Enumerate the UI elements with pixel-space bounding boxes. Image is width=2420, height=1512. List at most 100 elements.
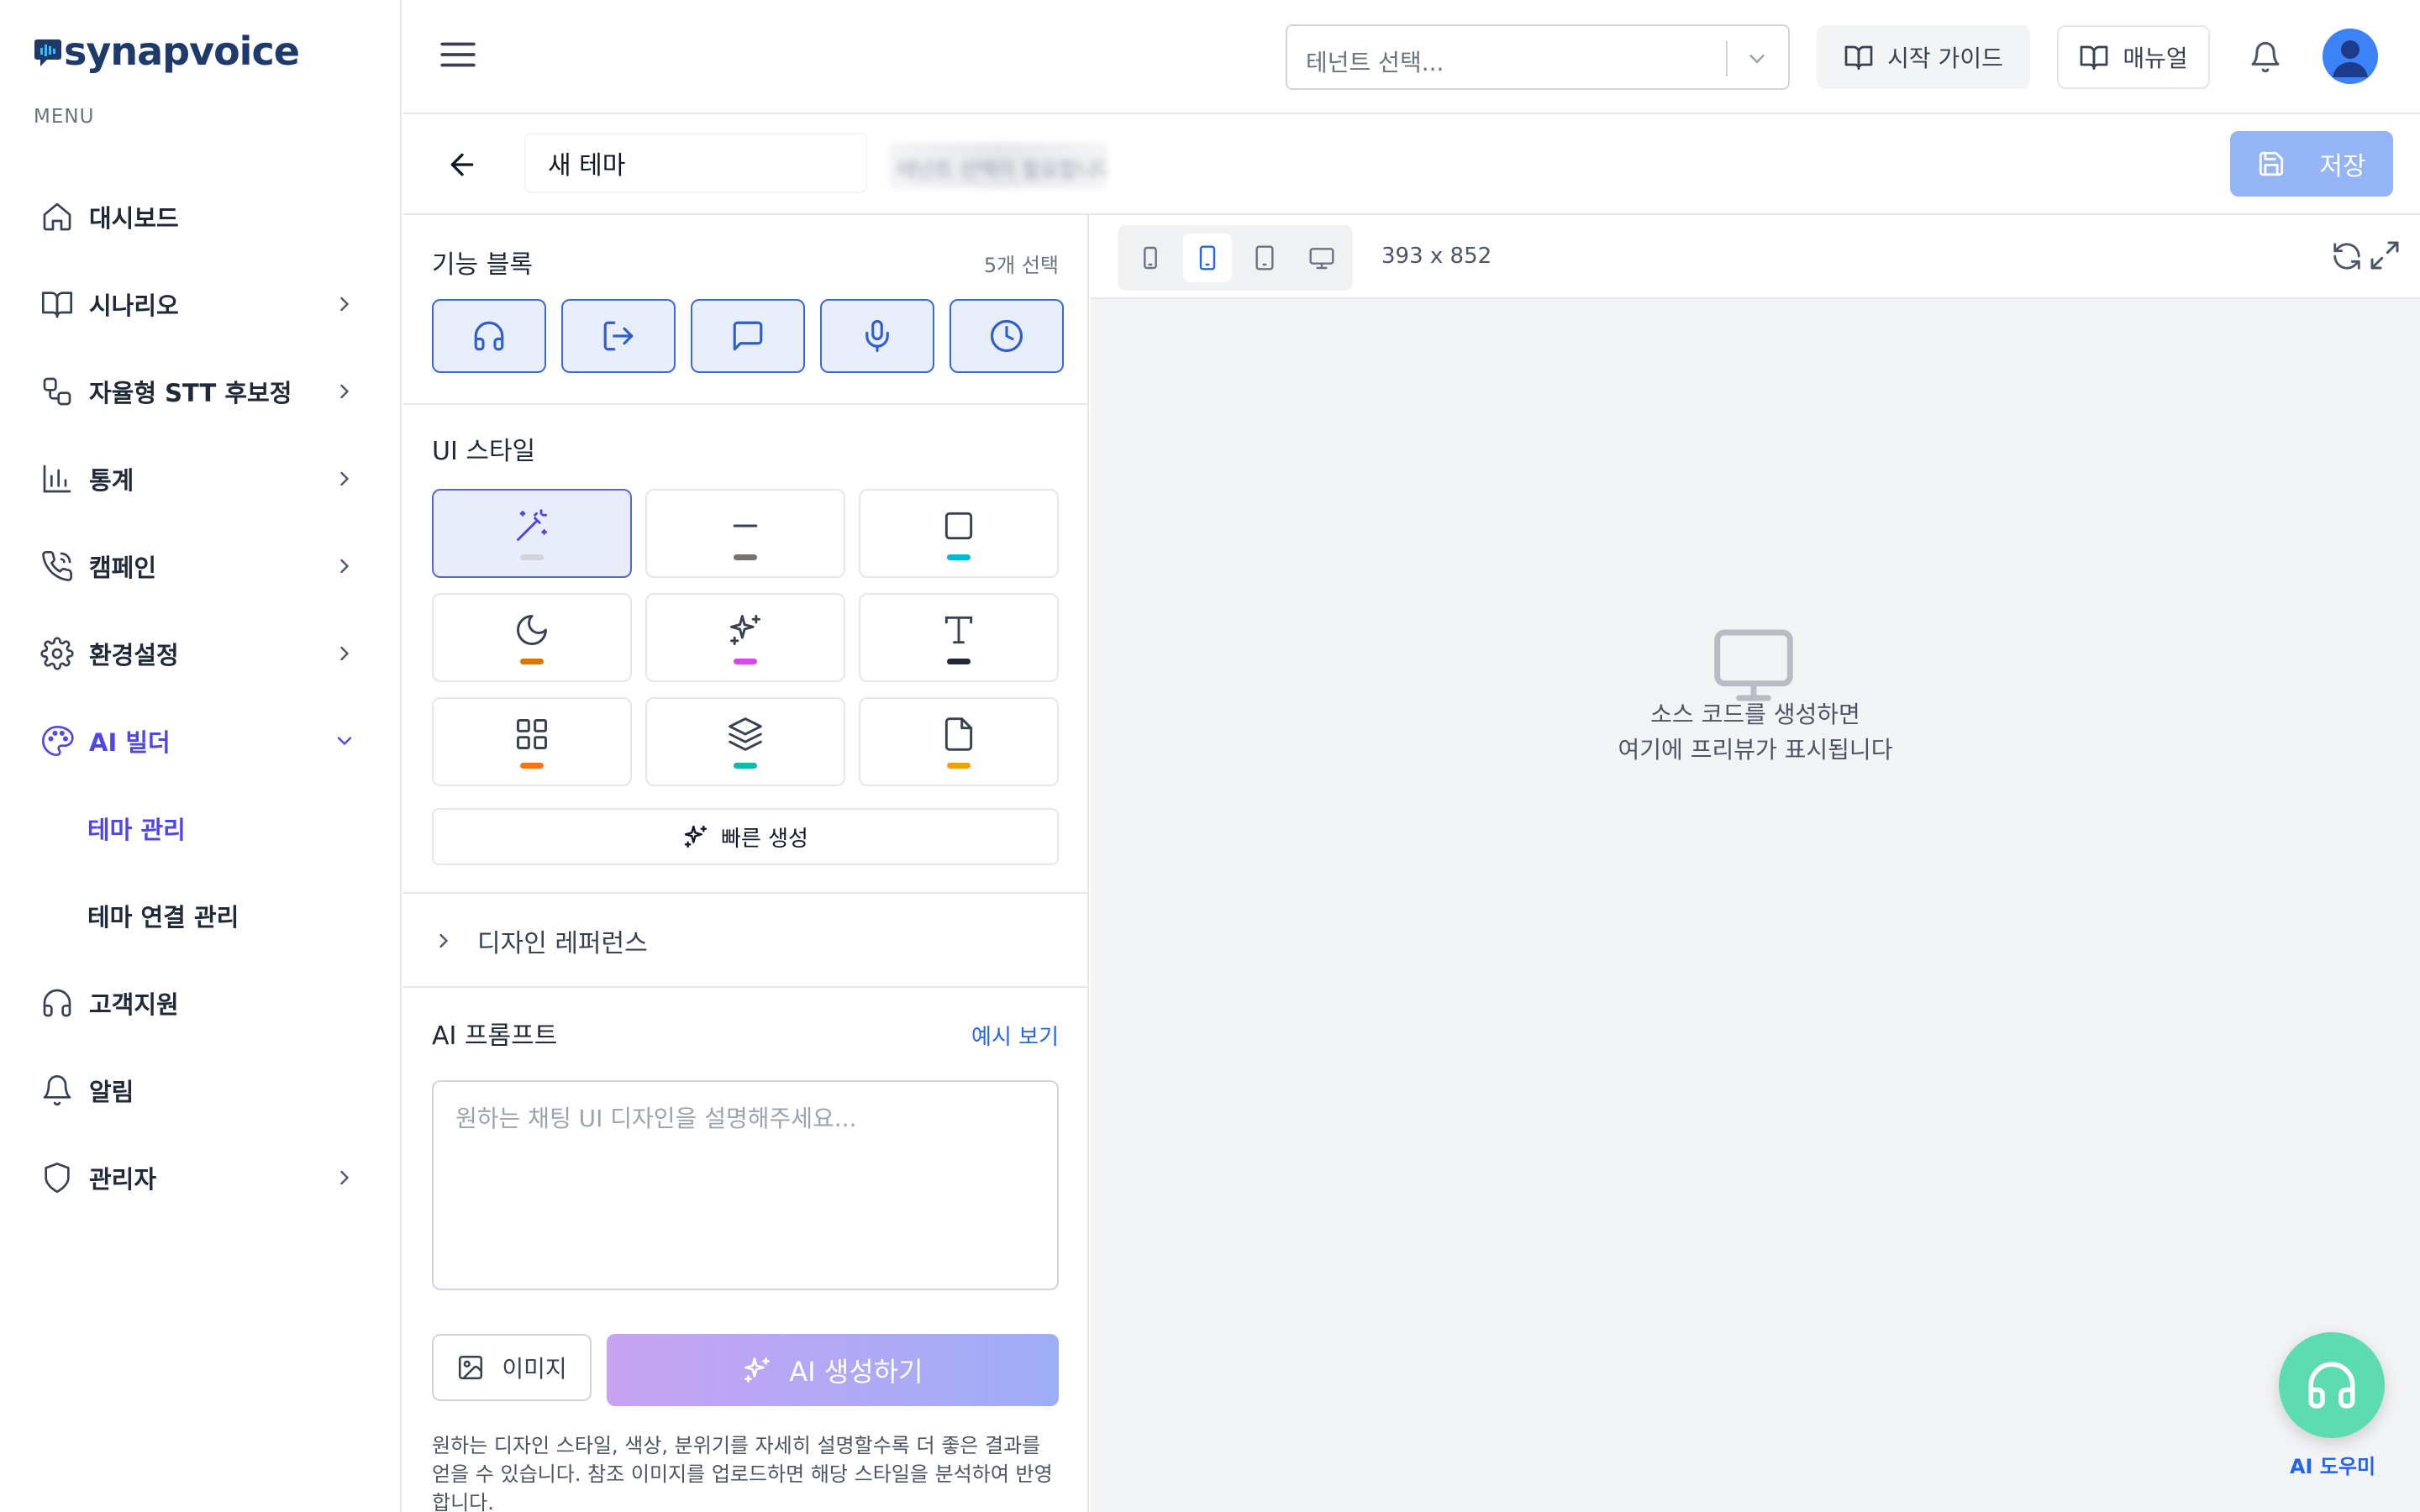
style-option-grid[interactable] <box>432 697 632 786</box>
monitor-icon <box>1714 629 1793 701</box>
expand-icon[interactable] <box>2368 239 2402 272</box>
user-avatar[interactable] <box>2323 29 2378 84</box>
sidebar-item-campaign[interactable]: 캠페인 <box>0 522 400 610</box>
manual-button[interactable]: 매뉴얼 <box>2057 25 2210 89</box>
ai-assistant-button[interactable] <box>2279 1332 2385 1438</box>
type-icon <box>944 616 973 643</box>
prompt-help-text: 원하는 디자인 스타일, 색상, 분위기를 자세히 설명할수록 더 좋은 결과를… <box>432 1434 1053 1512</box>
sparkles-icon <box>730 614 760 645</box>
feature-blocks-count: 5개 선택 <box>983 254 1059 277</box>
quick-generate-button[interactable]: 빠른 생성 <box>432 808 1059 865</box>
feature-blocks-title: 기능 블록 <box>432 250 533 280</box>
style-swatch <box>520 554 544 560</box>
sidebar-item-admin[interactable]: 관리자 <box>0 1134 400 1221</box>
sidebar-item-statistics[interactable]: 통계 <box>0 435 400 522</box>
feature-block-mic[interactable] <box>820 299 934 373</box>
style-option-document[interactable] <box>859 697 1059 786</box>
headset-icon <box>43 989 71 1017</box>
preview-toolbar: 393 x 852 <box>1091 215 2420 299</box>
hamburger-menu-icon[interactable] <box>437 34 479 76</box>
feature-block-clock[interactable] <box>950 299 1064 373</box>
sidebar-item-settings[interactable]: 환경설정 <box>0 610 400 697</box>
chevron-down-icon <box>1749 55 1765 64</box>
style-option-dark[interactable] <box>432 593 632 682</box>
sidebar-item-label: 자율형 STT 후보정 <box>89 379 292 407</box>
design-reference-toggle[interactable]: 디자인 레퍼런스 <box>432 922 648 959</box>
log-out-icon <box>603 321 634 351</box>
device-desktop-button[interactable] <box>1297 234 1346 282</box>
save-icon <box>2260 151 2284 176</box>
headphones-icon <box>474 321 504 351</box>
sidebar-item-support[interactable]: 고객지원 <box>0 959 400 1047</box>
blurred-status-text: 테넌트 선택이 필요합니다 <box>889 143 1107 188</box>
sidebar-item-label: 알림 <box>89 1078 134 1106</box>
start-guide-label: 시작 가이드 <box>1887 45 2003 72</box>
image-upload-button[interactable]: 이미지 <box>432 1334 592 1401</box>
book-icon <box>42 291 72 318</box>
style-option-sparkle[interactable] <box>645 593 845 682</box>
sparkles-icon <box>744 1357 771 1383</box>
style-option-magic[interactable] <box>432 489 632 578</box>
ai-prompt-title: AI 프롬프트 <box>432 1021 558 1051</box>
clock-icon <box>990 319 1023 353</box>
device-small-phone-button[interactable] <box>1126 234 1175 282</box>
select-divider <box>1726 41 1728 76</box>
refresh-icon[interactable] <box>2331 240 2363 272</box>
tenant-select-placeholder: 테넌트 선택... <box>1306 49 1444 76</box>
sidebar-subitem-theme-connection[interactable]: 테마 연결 관리 <box>0 872 400 959</box>
menu-label: MENU <box>34 106 95 128</box>
logo-text: synapvoice <box>64 29 300 74</box>
manual-label: 매뉴얼 <box>2123 45 2188 72</box>
sidebar-item-notifications[interactable]: 알림 <box>0 1047 400 1134</box>
start-guide-button[interactable]: 시작 가이드 <box>1817 25 2030 89</box>
sidebar-subitem-label: 테마 관리 <box>87 816 186 844</box>
feature-block-logout[interactable] <box>561 299 676 373</box>
sidebar-item-dashboard[interactable]: 대시보드 <box>0 173 400 260</box>
sidebar-item-label: 캠페인 <box>89 554 157 582</box>
style-option-layers[interactable] <box>645 697 845 786</box>
tenant-select[interactable]: 테넌트 선택... <box>1286 24 1790 90</box>
preview-dimensions: 393 x 852 <box>1381 244 1492 269</box>
moon-icon <box>517 614 547 645</box>
arrow-left-icon[interactable] <box>445 148 479 181</box>
image-upload-label: 이미지 <box>502 1355 567 1383</box>
workflow-icon <box>43 377 71 406</box>
style-option-minimal[interactable] <box>645 489 845 578</box>
device-selector <box>1118 225 1353 291</box>
ai-assistant-label[interactable]: AI 도우미 <box>2274 1450 2391 1479</box>
chevron-right-icon <box>340 559 350 574</box>
sidebar-item-label: AI 빌더 <box>89 728 171 757</box>
small-phone-icon <box>1144 246 1157 270</box>
headphones-icon <box>2308 1362 2355 1409</box>
user-icon <box>2333 40 2368 77</box>
logo[interactable]: synapvoice <box>34 29 300 74</box>
style-option-typography[interactable] <box>859 593 1059 682</box>
feature-blocks-grid <box>432 299 1064 373</box>
layers-icon <box>729 717 762 751</box>
square-icon <box>944 512 973 539</box>
chevron-down-icon <box>337 737 352 746</box>
feature-block-chat[interactable] <box>691 299 805 373</box>
sidebar-item-stt[interactable]: 자율형 STT 후보정 <box>0 348 400 435</box>
sidebar-item-ai-builder[interactable]: AI 빌더 <box>0 697 400 785</box>
notification-bell-icon[interactable] <box>2249 40 2282 74</box>
feature-blocks-section: 기능 블록 5개 선택 <box>403 215 1087 405</box>
example-link[interactable]: 예시 보기 <box>971 1020 1059 1051</box>
style-option-boxed[interactable] <box>859 489 1059 578</box>
chevron-right-icon <box>340 646 350 661</box>
editor-header: 테넌트 선택이 필요합니다 저장 <box>403 114 2420 215</box>
sidebar-item-scenario[interactable]: 시나리오 <box>0 260 400 348</box>
save-button[interactable]: 저장 <box>2230 131 2393 197</box>
feature-block-headphones[interactable] <box>432 299 546 373</box>
sidebar-subitem-theme-management[interactable]: 테마 관리 <box>0 785 400 872</box>
minus-icon <box>733 524 758 527</box>
ai-generate-button[interactable]: AI 생성하기 <box>607 1334 1059 1406</box>
top-header: 테넌트 선택... 시작 가이드 매뉴얼 <box>403 0 2420 114</box>
palette-icon <box>42 726 74 756</box>
device-tablet-button[interactable] <box>1240 234 1289 282</box>
ai-prompt-textarea[interactable] <box>432 1080 1059 1290</box>
theme-name-input[interactable] <box>524 133 867 193</box>
device-mobile-button[interactable] <box>1183 234 1232 282</box>
style-swatch <box>734 762 757 769</box>
sidebar-item-label: 고객지원 <box>89 990 179 1019</box>
